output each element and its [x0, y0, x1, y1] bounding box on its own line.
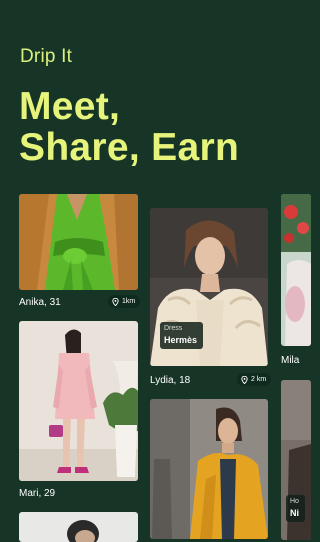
headline-line-2: Share, Earn — [19, 126, 240, 169]
profile-card-bottom[interactable] — [19, 512, 138, 542]
item-tag-right-value: Ni — [290, 508, 299, 518]
card-name-mari: Mari, 29 — [19, 488, 56, 499]
distance-label-anika: 1km — [122, 298, 136, 305]
profile-card-yellow-coat[interactable] — [150, 399, 268, 539]
profile-card-mari[interactable] — [19, 321, 138, 481]
card-name-lydia: Lydia, 18 — [150, 375, 191, 386]
location-pin-icon — [112, 297, 119, 306]
profile-photo-green-dress — [19, 194, 138, 290]
profile-photo-flowers — [281, 194, 311, 346]
profile-photo-pink-coat — [19, 321, 138, 481]
card-name-mila: Mila — [281, 355, 300, 366]
profile-photo-yellow-coat — [150, 399, 268, 539]
item-tag-right-label: Ho — [290, 498, 299, 505]
profile-photo-bottom — [19, 512, 138, 542]
profile-card-anika[interactable] — [19, 194, 138, 290]
distance-label-lydia: 2 km — [251, 376, 267, 383]
distance-chip-lydia: 2 km — [237, 373, 272, 386]
item-tag-dress[interactable]: Dress Hermès — [160, 322, 204, 349]
location-pin-icon — [241, 375, 248, 384]
headline-line-1: Meet, — [19, 85, 121, 128]
item-tag-right[interactable]: Ho Ni — [286, 495, 305, 522]
item-tag-label: Dress — [164, 325, 183, 332]
item-tag-brand: Hermès — [164, 335, 198, 345]
brand-title: Drip It — [20, 46, 73, 67]
card-name-anika: Anika, 31 — [19, 297, 61, 308]
distance-chip-anika: 1km — [108, 295, 141, 308]
page-headline: Meet, Share, Earn — [19, 86, 239, 168]
profile-card-mila[interactable] — [281, 194, 311, 346]
